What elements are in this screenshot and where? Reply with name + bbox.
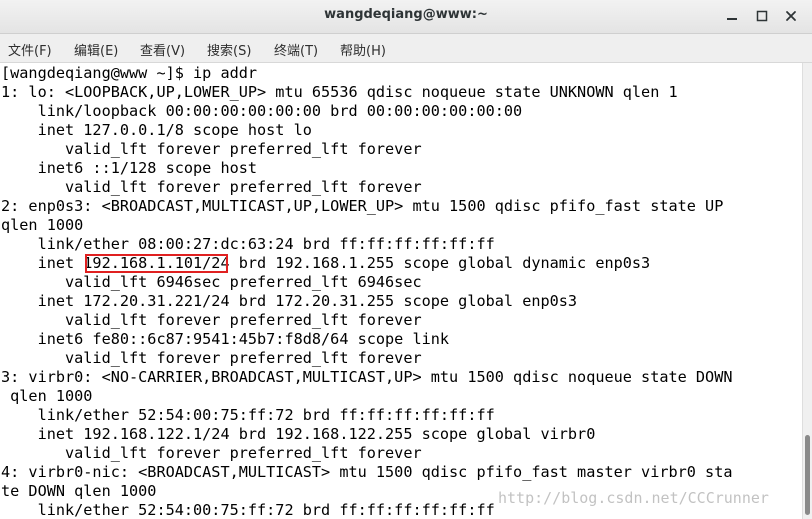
menu-search[interactable]: 搜索(S) — [207, 40, 251, 59]
window-titlebar[interactable]: wangdeqiang@www:~ — [0, 0, 812, 34]
terminal-line: inet6 fe80::6c87:9541:45b7:f8d8/64 scope… — [1, 330, 450, 348]
terminal-line: link/ether 52:54:00:75:ff:72 brd ff:ff:f… — [1, 406, 495, 424]
terminal-line: inet6 ::1/128 scope host — [1, 159, 258, 177]
menu-view[interactable]: 查看(V) — [140, 40, 185, 59]
terminal-line: 1: lo: <LOOPBACK,UP,LOWER_UP> mtu 65536 … — [1, 83, 678, 101]
terminal-line: qlen 1000 — [1, 216, 84, 234]
terminal-line: link/ether 52:54:00:75:ff:72 brd ff:ff:f… — [1, 501, 495, 519]
window-title: wangdeqiang@www:~ — [324, 7, 488, 22]
menu-file[interactable]: 文件(F) — [8, 40, 52, 59]
menu-edit[interactable]: 编辑(E) — [74, 40, 118, 59]
terminal-scrollbar[interactable] — [802, 63, 812, 519]
minimize-icon — [727, 18, 737, 20]
menu-terminal[interactable]: 终端(T) — [274, 40, 318, 59]
terminal-line: valid_lft forever preferred_lft forever — [1, 178, 422, 196]
terminal-output[interactable]: [wangdeqiang@www ~]$ ip addr 1: lo: <LOO… — [0, 63, 802, 519]
maximize-icon — [756, 10, 768, 22]
ip-highlight-box — [85, 254, 228, 273]
terminal-line: 4: virbr0-nic: <BROADCAST,MULTICAST> mtu… — [1, 463, 733, 481]
maximize-button[interactable] — [752, 6, 772, 26]
terminal-line: te DOWN qlen 1000 — [1, 482, 157, 500]
terminal-line: valid_lft forever preferred_lft forever — [1, 444, 422, 462]
terminal-line: [wangdeqiang@www ~]$ ip addr — [1, 64, 258, 82]
terminal-line: inet 127.0.0.1/8 scope host lo — [1, 121, 312, 139]
close-button[interactable] — [781, 6, 801, 26]
terminal-line: qlen 1000 — [1, 387, 93, 405]
terminal-line: valid_lft forever preferred_lft forever — [1, 311, 422, 329]
terminal-line: inet 172.20.31.221/24 brd 172.20.31.255 … — [1, 292, 578, 310]
terminal-line: link/ether 08:00:27:dc:63:24 brd ff:ff:f… — [1, 235, 495, 253]
terminal-line: 2: enp0s3: <BROADCAST,MULTICAST,UP,LOWER… — [1, 197, 724, 215]
scrollbar-thumb[interactable] — [805, 435, 810, 515]
terminal-line: valid_lft forever preferred_lft forever — [1, 140, 422, 158]
terminal-line: link/loopback 00:00:00:00:00:00 brd 00:0… — [1, 102, 523, 120]
terminal-line: valid_lft 6946sec preferred_lft 6946sec — [1, 273, 422, 291]
close-icon — [786, 11, 796, 21]
menu-bar: 文件(F) 编辑(E) 查看(V) 搜索(S) 终端(T) 帮助(H) — [0, 34, 812, 63]
terminal-line: 3: virbr0: <NO-CARRIER,BROADCAST,MULTICA… — [1, 368, 733, 386]
menu-help[interactable]: 帮助(H) — [340, 40, 386, 59]
terminal-line: inet 192.168.122.1/24 brd 192.168.122.25… — [1, 425, 596, 443]
terminal-line: valid_lft forever preferred_lft forever — [1, 349, 422, 367]
watermark: http://blog.csdn.net/CCCrunner — [498, 489, 769, 507]
minimize-button[interactable] — [722, 6, 742, 26]
